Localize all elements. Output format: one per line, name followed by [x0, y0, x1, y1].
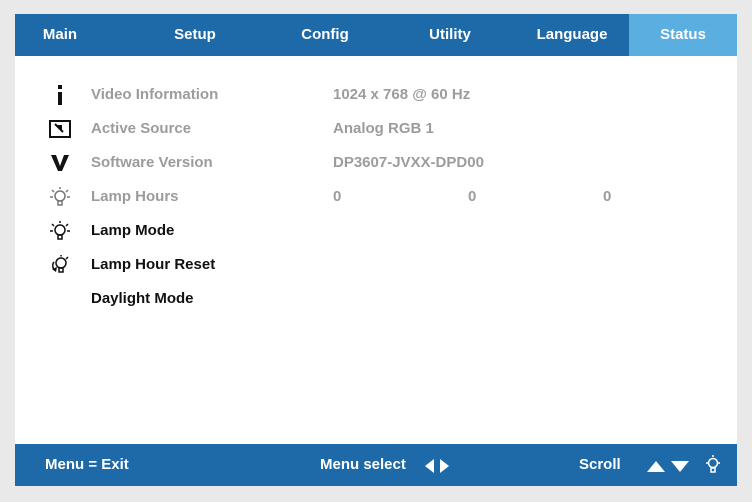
lamp-icon: [706, 455, 720, 473]
menu-exit-hint: Menu = Exit: [45, 456, 129, 473]
lamp-hours-value-3: 0: [603, 188, 612, 205]
up-down-arrows-icon: [647, 461, 689, 472]
tab-bar: Main Setup Config Utility Language Statu…: [15, 14, 737, 56]
daylight-mode-label[interactable]: Daylight Mode: [91, 290, 194, 307]
osd-menu: Main Setup Config Utility Language Statu…: [15, 14, 737, 486]
software-version-label: Software Version: [91, 154, 213, 171]
row-lamp-hours: Lamp Hours 0 0 0: [15, 184, 737, 210]
scroll-hint: Scroll: [579, 456, 621, 473]
lamp-reset-icon: [46, 252, 74, 278]
lamp-hours-label: Lamp Hours: [91, 188, 179, 205]
version-icon: [46, 150, 74, 176]
tab-setup[interactable]: Setup: [140, 14, 250, 56]
row-video-information: Video Information 1024 x 768 @ 60 Hz: [15, 82, 737, 108]
active-source-value: Analog RGB 1: [333, 120, 434, 137]
lamp-hours-value-2: 0: [468, 188, 477, 205]
row-lamp-mode[interactable]: Lamp Mode: [15, 218, 737, 244]
menu-select-hint: Menu select: [320, 456, 406, 473]
row-lamp-hour-reset[interactable]: Lamp Hour Reset: [15, 252, 737, 278]
lamp-hour-reset-label[interactable]: Lamp Hour Reset: [91, 256, 215, 273]
row-active-source: Active Source Analog RGB 1: [15, 116, 737, 142]
source-icon: [46, 116, 74, 142]
tab-main[interactable]: Main: [15, 14, 105, 56]
tab-status[interactable]: Status: [629, 14, 737, 56]
lamp-icon: [46, 184, 74, 210]
video-information-label: Video Information: [91, 86, 219, 103]
lamp-icon: [46, 218, 74, 244]
row-daylight-mode[interactable]: Daylight Mode: [15, 286, 737, 312]
active-source-label: Active Source: [91, 120, 192, 137]
lamp-mode-label[interactable]: Lamp Mode: [91, 222, 174, 239]
tab-config[interactable]: Config: [270, 14, 380, 56]
info-icon: [46, 82, 74, 108]
screen-frame: Main Setup Config Utility Language Statu…: [0, 0, 752, 502]
footer-bar: Menu = Exit Menu select Scroll: [15, 444, 737, 486]
video-information-value: 1024 x 768 @ 60 Hz: [333, 86, 471, 103]
tab-language[interactable]: Language: [517, 14, 627, 56]
left-right-arrows-icon: [425, 459, 449, 473]
software-version-value: DP3607-JVXX-DPD00: [333, 154, 484, 171]
row-software-version: Software Version DP3607-JVXX-DPD00: [15, 150, 737, 176]
lamp-hours-value-1: 0: [333, 188, 342, 205]
tab-utility[interactable]: Utility: [395, 14, 505, 56]
